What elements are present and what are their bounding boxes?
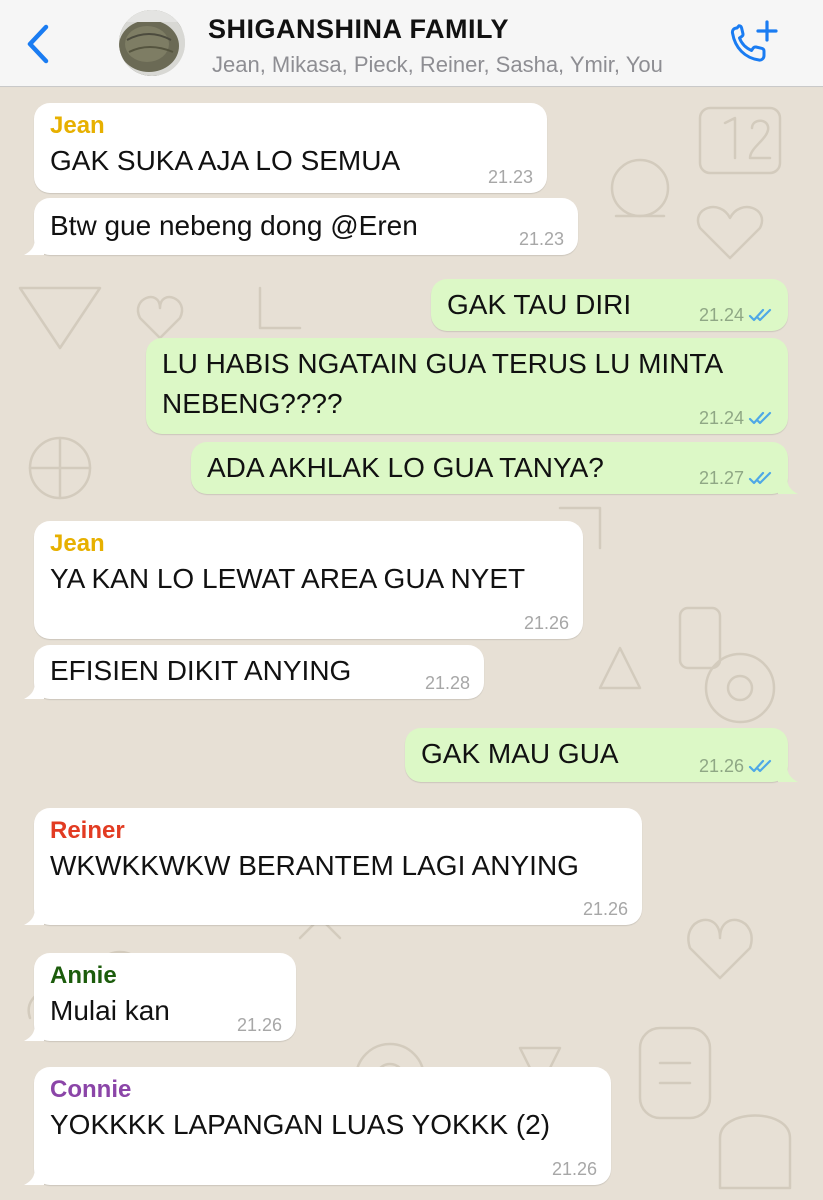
bubble-tail [778,476,798,494]
message-time: 21.24 [698,408,744,428]
message-bubble[interactable]: GAK TAU DIRI 21.24 [431,279,788,331]
sender-name: Reiner [50,817,125,844]
message-bubble[interactable]: LU HABIS NGATAIN GUA TERUS LU MINTA NEBE… [146,338,788,434]
message-bubble[interactable]: GAK MAU GUA 21.26 [405,728,798,782]
sender-name: Connie [50,1076,132,1103]
message-time: 21.23 [487,167,533,187]
message-text: GAK SUKA AJA LO SEMUA [50,145,401,176]
message-bubble[interactable]: Btw gue nebeng dong @Eren 21.23 [24,198,578,255]
sender-name: Jean [50,112,105,139]
message-text: EFISIEN DIKIT ANYING [50,655,352,686]
message-text: ADA AKHLAK LO GUA TANYA? [207,452,604,483]
message-time: 21.23 [518,229,564,249]
message-time: 21.26 [698,756,744,776]
read-ticks-icon [748,471,772,485]
message-time: 21.26 [582,899,628,919]
sender-name: Annie [50,962,117,989]
bubble-tail [24,237,44,255]
message-bubble[interactable]: Reiner WKWKKWKW BERANTEM LAGI ANYING 21.… [24,808,642,925]
message-bubble[interactable]: ADA AKHLAK LO GUA TANYA? 21.27 [191,442,798,494]
chevron-left-icon [27,24,49,64]
message-time: 21.24 [698,305,744,325]
message-bubble[interactable]: Annie Mulai kan 21.26 [24,953,296,1041]
message-time: 21.26 [551,1159,597,1179]
group-title[interactable]: SHIGANSHINA FAMILY [208,14,509,45]
chat-area[interactable]: Jean GAK SUKA AJA LO SEMUA 21.23 Btw gue… [0,88,823,1200]
chat-header: SHIGANSHINA FAMILY Jean, Mikasa, Pieck, … [0,0,823,87]
message-bubble[interactable]: Connie YOKKKK LAPANGAN LUAS YOKKK (2) 21… [24,1067,611,1185]
bubble-tail [24,1023,44,1041]
message-text: YA KAN LO LEWAT AREA GUA NYET [50,563,526,594]
add-call-button[interactable] [725,18,781,66]
message-bubble[interactable]: Jean GAK SUKA AJA LO SEMUA 21.23 [34,103,547,193]
message-time: 21.27 [698,468,744,488]
message-time: 21.28 [424,673,470,693]
read-ticks-icon [748,759,772,773]
bubble-tail [24,907,44,925]
message-text: WKWKKWKW BERANTEM LAGI ANYING [50,850,579,881]
bubble-tail [24,1167,44,1185]
message-time: 21.26 [236,1015,282,1035]
message-time: 21.26 [523,613,569,633]
message-text: Btw gue nebeng dong @Eren [50,210,418,241]
bubble-tail [778,764,798,782]
message-text: YOKKKK LAPANGAN LUAS YOKKK (2) [50,1109,551,1140]
avatar-image [119,10,185,76]
message-text-line-2: NEBENG???? [162,388,343,419]
message-text: LU HABIS NGATAIN GUA TERUS LU MINTA [162,348,724,379]
sender-name: Jean [50,530,105,557]
bubble-tail [24,681,44,699]
message-bubble[interactable]: Jean YA KAN LO LEWAT AREA GUA NYET 21.26 [34,521,583,639]
read-ticks-icon [748,308,772,322]
group-avatar[interactable] [119,10,185,76]
message-bubble[interactable]: EFISIEN DIKIT ANYING 21.28 [24,645,484,699]
group-participants[interactable]: Jean, Mikasa, Pieck, Reiner, Sasha, Ymir… [212,52,663,78]
back-button[interactable] [20,22,56,66]
read-ticks-icon [748,411,772,425]
add-call-icon [730,20,778,62]
